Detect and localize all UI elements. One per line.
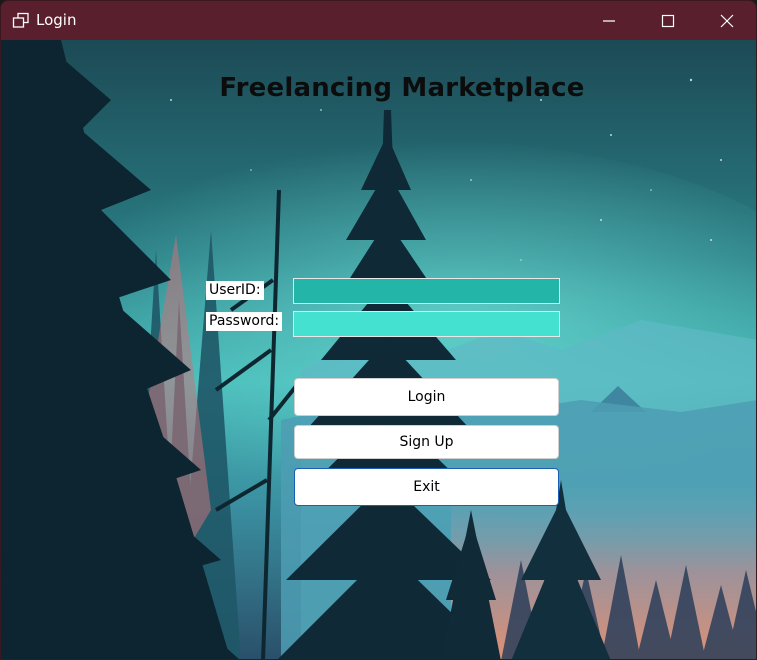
signup-button[interactable]: Sign Up bbox=[294, 425, 559, 459]
minimize-icon bbox=[603, 19, 615, 22]
title-bar[interactable]: Login bbox=[1, 1, 756, 40]
password-label: Password: bbox=[206, 312, 283, 331]
login-button[interactable]: Login bbox=[294, 378, 559, 416]
maximize-icon bbox=[661, 14, 675, 27]
maximize-button[interactable] bbox=[639, 1, 697, 40]
app-window-icon bbox=[12, 12, 29, 28]
window-title: Login bbox=[36, 11, 77, 29]
form-client-area: Freelancing Marketplace UserID: Password… bbox=[1, 40, 756, 659]
page-title: Freelancing Marketplace bbox=[219, 73, 585, 103]
login-window: Login Freelancing Marketplace UserID: Pa… bbox=[0, 0, 757, 660]
userid-input[interactable] bbox=[293, 278, 560, 304]
close-button[interactable] bbox=[698, 1, 756, 40]
password-input[interactable] bbox=[293, 311, 560, 337]
exit-button[interactable]: Exit bbox=[294, 468, 559, 506]
userid-label: UserID: bbox=[206, 281, 264, 300]
close-icon bbox=[720, 14, 734, 27]
minimize-button[interactable] bbox=[580, 1, 638, 40]
forest-background-image bbox=[1, 40, 756, 659]
